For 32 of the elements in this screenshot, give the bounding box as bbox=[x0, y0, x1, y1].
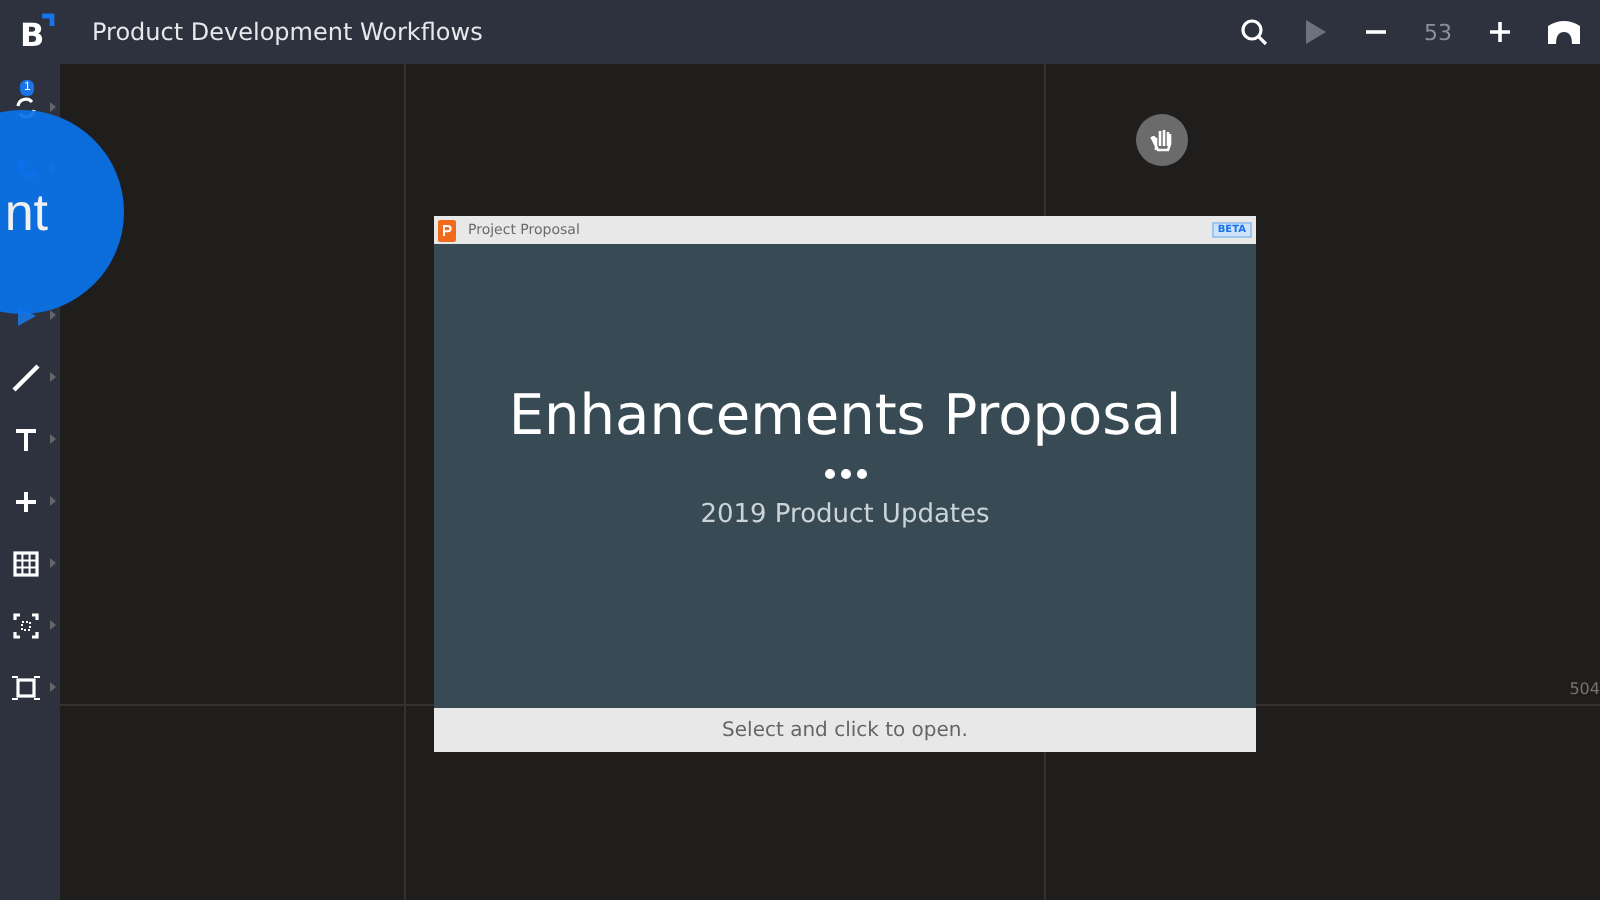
scan-icon bbox=[12, 612, 40, 640]
plus-icon bbox=[1488, 20, 1512, 44]
play-icon bbox=[1304, 20, 1328, 44]
document-title: Product Development Workflows bbox=[92, 18, 485, 46]
pen-icon bbox=[12, 364, 40, 392]
slide-title: Enhancements Proposal bbox=[508, 382, 1182, 448]
open-hint: Select and click to open. bbox=[720, 717, 970, 745]
chevron-icon bbox=[50, 310, 56, 320]
search-button[interactable] bbox=[1240, 18, 1268, 46]
zoom-in-button[interactable] bbox=[1488, 20, 1512, 44]
bubble-text: nt bbox=[4, 181, 48, 243]
frame-icon bbox=[12, 674, 40, 702]
chevron-icon bbox=[50, 496, 56, 506]
slide-subtitle: 2019 Product Updates bbox=[700, 500, 990, 530]
chevron-icon bbox=[50, 102, 56, 112]
app-logo[interactable]: B bbox=[16, 12, 56, 52]
table-icon bbox=[12, 550, 40, 578]
chevron-icon bbox=[50, 372, 56, 382]
plus-icon bbox=[12, 488, 40, 516]
ruler-label: 504 bbox=[1569, 680, 1600, 698]
zoom-level: 53 bbox=[1424, 19, 1452, 45]
play-button[interactable] bbox=[1304, 20, 1328, 44]
hand-cursor-icon bbox=[1136, 114, 1188, 166]
bridge-icon[interactable] bbox=[1548, 20, 1580, 44]
search-icon bbox=[1240, 18, 1268, 46]
presentation-file-icon bbox=[438, 219, 456, 241]
chevron-icon bbox=[50, 682, 56, 692]
text-icon bbox=[12, 426, 40, 454]
dots-icon bbox=[823, 468, 867, 480]
chevron-icon bbox=[50, 620, 56, 630]
chevron-icon bbox=[50, 434, 56, 444]
chevron-icon bbox=[50, 558, 56, 568]
